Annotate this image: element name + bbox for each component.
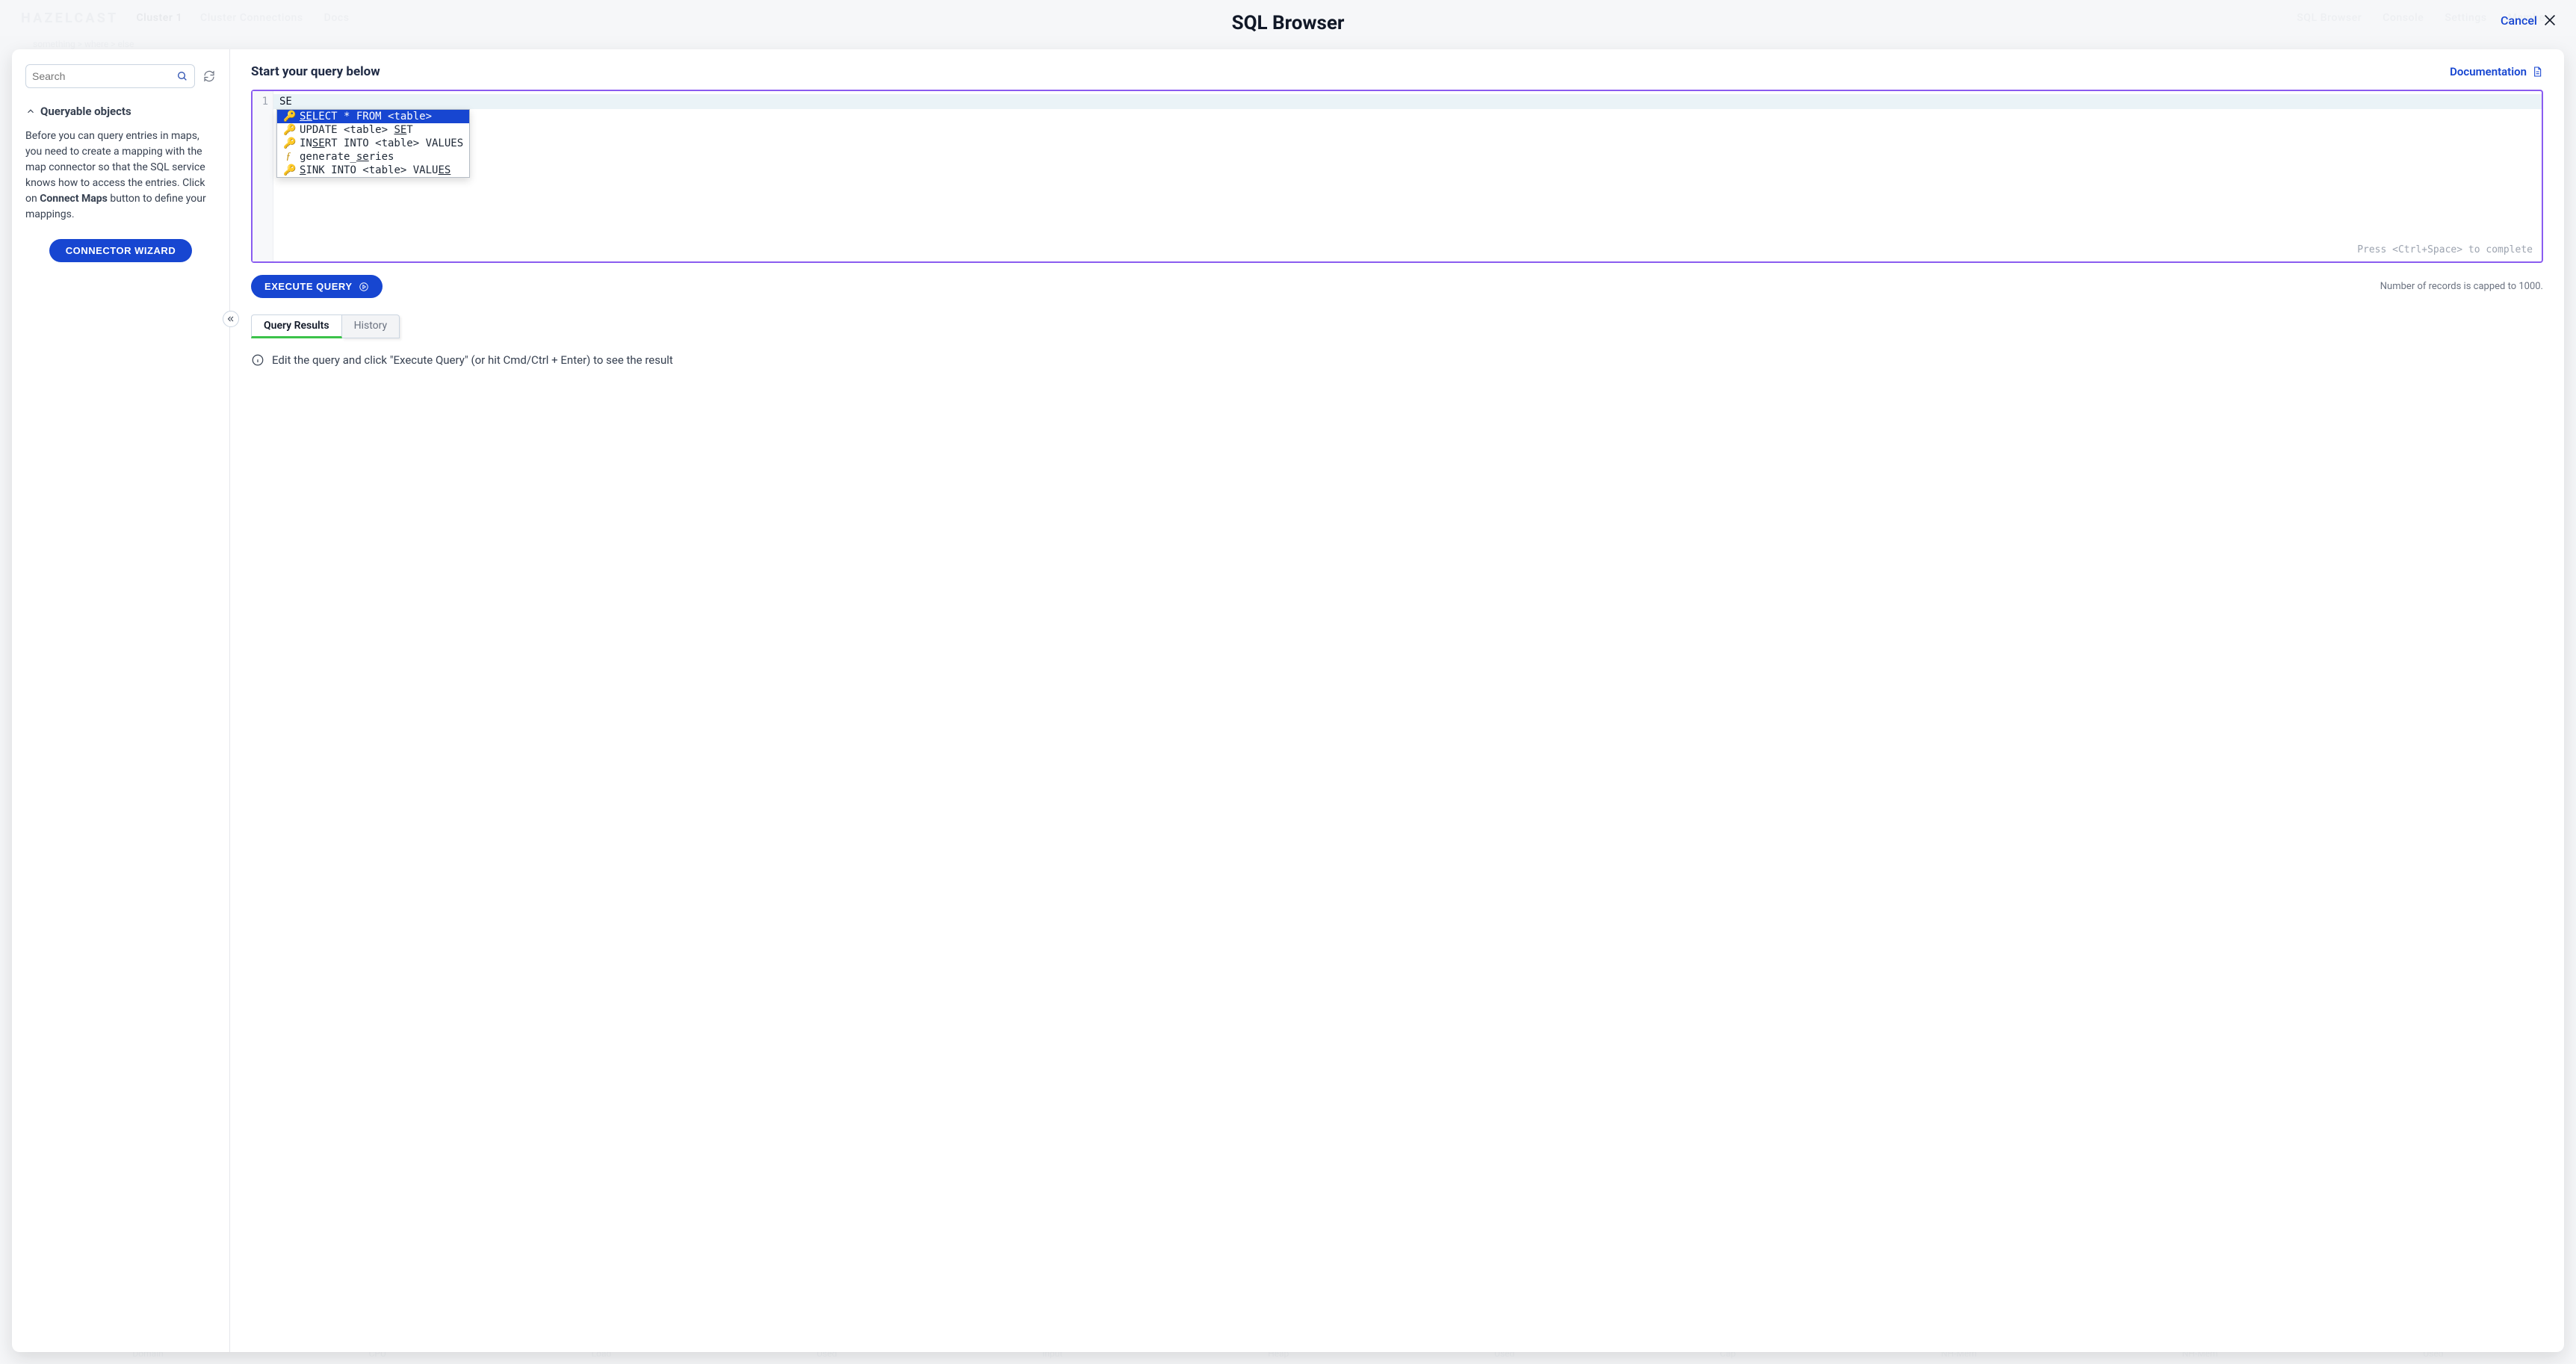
close-icon — [2542, 12, 2558, 28]
play-circle-icon — [359, 282, 369, 292]
line-number: 1 — [253, 96, 268, 108]
tab-history[interactable]: History — [342, 314, 400, 338]
autocomplete-text: INSERT INTO <table> VALUES — [300, 137, 463, 149]
collapse-sidebar-button[interactable] — [223, 311, 239, 327]
autocomplete-item[interactable]: 🔑 UPDATE <table> SET — [277, 123, 469, 137]
keyword-icon: 🔑 — [283, 124, 294, 136]
results-placeholder-text: Edit the query and click "Execute Query"… — [272, 353, 673, 367]
chevron-up-icon — [25, 106, 36, 117]
tab-query-results[interactable]: Query Results — [251, 314, 342, 338]
autocomplete-text: SINK INTO <table> VALUES — [300, 164, 451, 176]
autocomplete-item[interactable]: ƒ generate_series — [277, 150, 469, 164]
documentation-link[interactable]: Documentation — [2450, 65, 2543, 78]
modal-title: SQL Browser — [1232, 12, 1345, 34]
autocomplete-item[interactable]: 🔑 SINK INTO <table> VALUES — [277, 164, 469, 177]
queryable-objects-header[interactable]: Queryable objects — [25, 105, 216, 118]
records-cap-note: Number of records is capped to 1000. — [2380, 281, 2543, 292]
modal-panel: Queryable objects Before you can query e… — [12, 49, 2564, 1352]
autocomplete-text: generate_series — [300, 151, 394, 163]
sql-editor[interactable]: 1 SE 🔑 SELECT * FROM <table> 🔑 UPDATE <tabl… — [251, 90, 2543, 263]
keyword-icon: 🔑 — [283, 137, 294, 149]
editor-hint: Press <Ctrl+Space> to complete — [2357, 244, 2533, 255]
keyword-icon: 🔑 — [283, 164, 294, 176]
autocomplete-text: SELECT * FROM <table> — [300, 111, 432, 123]
sidebar-help-text: Before you can query entries in maps, yo… — [25, 128, 216, 223]
function-icon: ƒ — [283, 151, 294, 163]
autocomplete-popup[interactable]: 🔑 SELECT * FROM <table> 🔑 UPDATE <table> SE… — [276, 109, 470, 178]
autocomplete-text: UPDATE <table> SET — [300, 124, 413, 136]
main-area: Start your query below Documentation 1 S… — [230, 49, 2564, 1352]
autocomplete-item[interactable]: 🔑 INSERT INTO <table> VALUES — [277, 137, 469, 150]
execute-query-button[interactable]: EXECUTE QUERY — [251, 275, 383, 298]
section-title-text: Queryable objects — [40, 105, 131, 118]
info-icon — [251, 353, 264, 367]
connector-wizard-button[interactable]: CONNECTOR WIZARD — [49, 239, 192, 262]
result-tabs: Query Results History — [251, 314, 2543, 338]
editor-text: SE — [279, 96, 292, 108]
document-icon — [2531, 66, 2543, 78]
results-placeholder: Edit the query and click "Execute Query"… — [251, 353, 2543, 367]
autocomplete-item[interactable]: 🔑 SELECT * FROM <table> — [277, 110, 469, 123]
cancel-button[interactable]: Cancel — [2501, 12, 2558, 28]
keyword-icon: 🔑 — [283, 111, 294, 123]
search-icon — [176, 70, 188, 82]
chevron-double-left-icon — [226, 314, 235, 323]
sidebar: Queryable objects Before you can query e… — [12, 49, 230, 1352]
editor-gutter: 1 — [253, 91, 273, 261]
main-heading: Start your query below — [251, 64, 380, 79]
sql-browser-modal: SQL Browser Cancel — [0, 0, 2576, 1364]
search-box[interactable] — [25, 64, 195, 88]
cancel-label: Cancel — [2501, 13, 2537, 28]
editor-current-line: SE — [273, 94, 2542, 109]
refresh-icon[interactable] — [202, 69, 216, 83]
code-area[interactable]: SE 🔑 SELECT * FROM <table> 🔑 UPDATE <table>… — [273, 91, 2542, 261]
search-input[interactable] — [32, 70, 176, 82]
